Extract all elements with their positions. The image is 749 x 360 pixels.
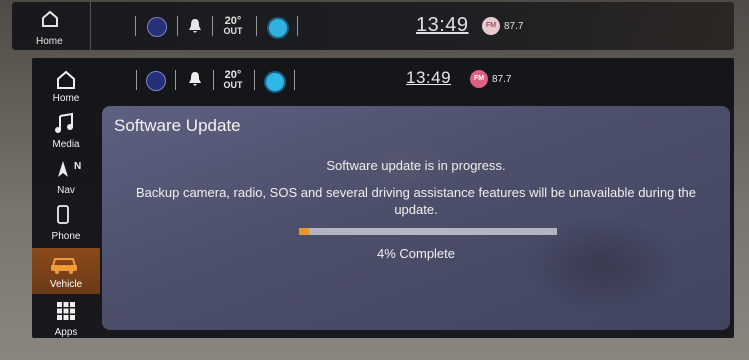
sidebar-item-label: Home <box>52 93 80 104</box>
divider <box>294 70 295 90</box>
head-unit-screen: 20° OUT 13:49 FM 87.7 Home Media N Nav P… <box>32 58 734 338</box>
radio-band-icon[interactable]: FM <box>470 70 488 88</box>
alexa-icon[interactable] <box>264 71 286 93</box>
sidebar-item-phone[interactable]: Phone <box>32 200 100 246</box>
divider <box>175 70 176 90</box>
divider <box>90 2 91 50</box>
temp-value: 20° <box>224 69 242 81</box>
sidebar-item-label: Phone <box>51 231 81 242</box>
progress-bar <box>299 228 557 235</box>
dialog-title: Software Update <box>114 116 241 135</box>
music-note-icon <box>55 112 73 133</box>
home-icon <box>42 10 58 27</box>
sidebar-item-home[interactable]: Home <box>32 62 100 106</box>
temp-unit: OUT <box>223 26 243 36</box>
divider <box>177 16 178 36</box>
temp-value: 20° <box>224 15 242 27</box>
divider <box>135 16 136 36</box>
reflection-temp: 20° OUT <box>220 15 246 37</box>
apps-grid-icon <box>57 302 75 320</box>
divider <box>297 16 298 36</box>
divider <box>212 16 213 36</box>
sidebar-item-apps[interactable]: Apps <box>32 296 100 338</box>
outside-temp: 20° OUT <box>220 69 246 91</box>
sidebar-item-vehicle[interactable]: Vehicle <box>32 248 100 294</box>
divider <box>254 70 255 90</box>
progress-fill <box>299 228 309 235</box>
navigation-arrow-icon <box>58 161 68 177</box>
sidebar-item-label: Vehicle <box>49 279 83 290</box>
temp-unit: OUT <box>223 80 243 90</box>
car-icon <box>51 258 77 274</box>
divider <box>256 16 257 36</box>
driver-assist-icon <box>147 17 167 37</box>
bell-icon[interactable] <box>188 71 202 87</box>
update-warning-message: Backup camera, radio, SOS and several dr… <box>135 185 697 217</box>
divider <box>213 70 214 90</box>
clock-time: 13:49 <box>406 68 452 87</box>
status-bar: 20° OUT 13:49 FM 87.7 <box>32 58 734 102</box>
sidebar-nav: Home Media N Nav Phone Vehicle Apps <box>32 70 100 338</box>
progress-percent: 4% Complete <box>376 246 456 261</box>
home-icon <box>57 70 75 89</box>
sidebar-item-label: Nav <box>57 185 75 196</box>
bell-icon <box>189 19 201 33</box>
sidebar-item-label: Apps <box>54 327 78 338</box>
radio-band-icon: FM <box>482 17 500 35</box>
sidebar-item-media[interactable]: Media <box>32 108 100 154</box>
reflection-time: 13:49 <box>416 14 469 36</box>
phone-icon <box>57 205 69 224</box>
software-update-dialog: Software Update Software update is in pr… <box>102 106 730 330</box>
divider <box>136 70 137 90</box>
sidebar-item-label: Media <box>52 139 80 150</box>
reflection-home-label: Home <box>36 36 63 47</box>
compass-heading: N <box>74 161 82 172</box>
reflection-frequency: 87.7 <box>504 21 524 32</box>
driver-assist-icon[interactable] <box>146 71 166 91</box>
sidebar-item-nav[interactable]: N Nav <box>32 154 100 200</box>
radio-frequency: 87.7 <box>492 74 512 85</box>
glass-reflection: Home 20° OUT 13:49 FM 87.7 <box>12 2 734 50</box>
alexa-icon <box>267 17 289 39</box>
update-status-message: Software update is in progress. <box>326 158 506 173</box>
